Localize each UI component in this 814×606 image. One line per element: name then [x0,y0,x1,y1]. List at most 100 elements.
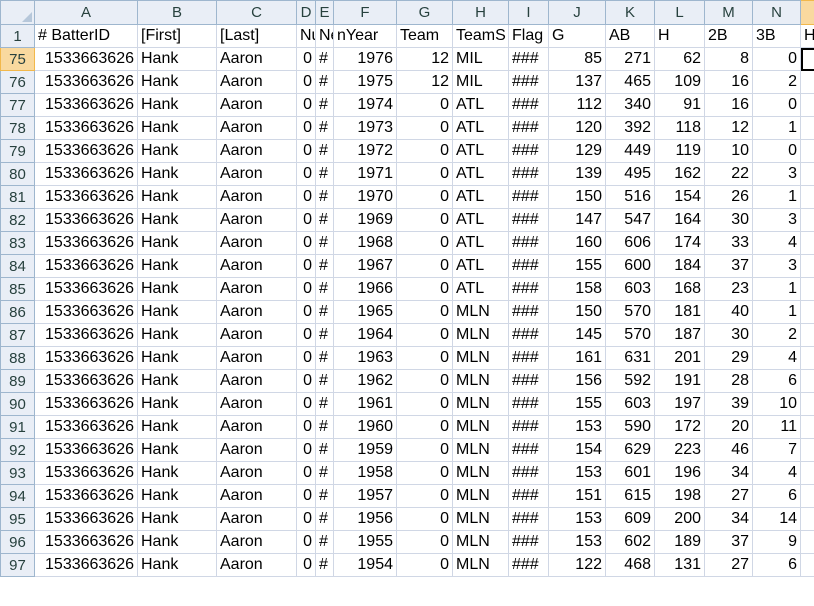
cell-n97[interactable]: 6 [752,553,801,577]
cell-h1[interactable]: TeamS [452,24,509,48]
cell-a92[interactable]: 1533663626 [34,438,138,462]
cell-l77[interactable]: 91 [654,93,705,117]
cell-l79[interactable]: 119 [654,139,705,163]
cell-m92[interactable]: 46 [704,438,753,462]
cell-b1[interactable]: [First] [137,24,217,48]
cell-o91[interactable]: 40 [800,415,814,439]
cell-a95[interactable]: 1533663626 [34,507,138,531]
cell-a90[interactable]: 1533663626 [34,392,138,416]
cell-a96[interactable]: 1533663626 [34,530,138,554]
row-header-80[interactable]: 80 [0,162,35,186]
cell-k84[interactable]: 600 [605,254,655,278]
cell-l96[interactable]: 189 [654,530,705,554]
cell-l81[interactable]: 154 [654,185,705,209]
cell-m1[interactable]: 2B [704,24,753,48]
cell-h84[interactable]: ATL [452,254,509,278]
cell-i83[interactable]: ### [508,231,549,255]
cell-g87[interactable]: 0 [396,323,453,347]
cell-j94[interactable]: 151 [548,484,606,508]
cell-a75[interactable]: 1533663626 [34,47,138,71]
cell-b77[interactable]: Hank [137,93,217,117]
cell-m84[interactable]: 37 [704,254,753,278]
cell-k87[interactable]: 570 [605,323,655,347]
cell-a93[interactable]: 1533663626 [34,461,138,485]
cell-o80[interactable]: 47 [800,162,814,186]
cell-l92[interactable]: 223 [654,438,705,462]
cell-h96[interactable]: MLN [452,530,509,554]
cell-n79[interactable]: 0 [752,139,801,163]
cell-i88[interactable]: ### [508,346,549,370]
cell-k96[interactable]: 602 [605,530,655,554]
cell-j89[interactable]: 156 [548,369,606,393]
cell-h76[interactable]: MIL [452,70,509,94]
cell-f75[interactable]: 1976 [333,47,397,71]
cell-a97[interactable]: 1533663626 [34,553,138,577]
cell-n94[interactable]: 6 [752,484,801,508]
cell-g76[interactable]: 12 [396,70,453,94]
cell-b89[interactable]: Hank [137,369,217,393]
cell-l84[interactable]: 184 [654,254,705,278]
cell-f97[interactable]: 1954 [333,553,397,577]
cell-e78[interactable]: # [315,116,334,140]
row-header-88[interactable]: 88 [0,346,35,370]
cell-d97[interactable]: 0 [296,553,316,577]
column-header-a[interactable]: A [34,0,138,25]
row-header-75[interactable]: 75 [0,47,35,71]
cell-b79[interactable]: Hank [137,139,217,163]
cell-e93[interactable]: # [315,461,334,485]
cell-m88[interactable]: 29 [704,346,753,370]
cell-a87[interactable]: 1533663626 [34,323,138,347]
cell-n89[interactable]: 6 [752,369,801,393]
cell-m85[interactable]: 23 [704,277,753,301]
cell-h95[interactable]: MLN [452,507,509,531]
cell-e75[interactable]: # [315,47,334,71]
cell-n85[interactable]: 1 [752,277,801,301]
cell-k75[interactable]: 271 [605,47,655,71]
cell-m87[interactable]: 30 [704,323,753,347]
cell-n93[interactable]: 4 [752,461,801,485]
cell-n88[interactable]: 4 [752,346,801,370]
cell-c79[interactable]: Aaron [216,139,297,163]
cell-k76[interactable]: 465 [605,70,655,94]
cell-n78[interactable]: 1 [752,116,801,140]
cell-a76[interactable]: 1533663626 [34,70,138,94]
cell-d91[interactable]: 0 [296,415,316,439]
cell-a1[interactable]: # BatterID [34,24,138,48]
cell-g83[interactable]: 0 [396,231,453,255]
cell-f95[interactable]: 1956 [333,507,397,531]
cell-f80[interactable]: 1971 [333,162,397,186]
cell-l95[interactable]: 200 [654,507,705,531]
cell-c85[interactable]: Aaron [216,277,297,301]
cell-l89[interactable]: 191 [654,369,705,393]
cell-e96[interactable]: # [315,530,334,554]
cell-i93[interactable]: ### [508,461,549,485]
cell-h89[interactable]: MLN [452,369,509,393]
cell-f94[interactable]: 1957 [333,484,397,508]
row-header-87[interactable]: 87 [0,323,35,347]
cell-d80[interactable]: 0 [296,162,316,186]
cell-c92[interactable]: Aaron [216,438,297,462]
cell-j92[interactable]: 154 [548,438,606,462]
cell-k85[interactable]: 603 [605,277,655,301]
cell-a86[interactable]: 1533663626 [34,300,138,324]
column-header-o[interactable]: O [800,0,814,25]
cell-j84[interactable]: 155 [548,254,606,278]
cell-m89[interactable]: 28 [704,369,753,393]
cell-j77[interactable]: 112 [548,93,606,117]
cell-b92[interactable]: Hank [137,438,217,462]
cell-k90[interactable]: 603 [605,392,655,416]
cell-k81[interactable]: 516 [605,185,655,209]
cell-n91[interactable]: 11 [752,415,801,439]
cell-j90[interactable]: 155 [548,392,606,416]
cell-e88[interactable]: # [315,346,334,370]
row-header-91[interactable]: 91 [0,415,35,439]
cell-f82[interactable]: 1969 [333,208,397,232]
cell-i84[interactable]: ### [508,254,549,278]
cell-o96[interactable]: 27 [800,530,814,554]
cell-e94[interactable]: # [315,484,334,508]
cell-l90[interactable]: 197 [654,392,705,416]
cell-m86[interactable]: 40 [704,300,753,324]
cell-h93[interactable]: MLN [452,461,509,485]
cell-m93[interactable]: 34 [704,461,753,485]
cell-m77[interactable]: 16 [704,93,753,117]
